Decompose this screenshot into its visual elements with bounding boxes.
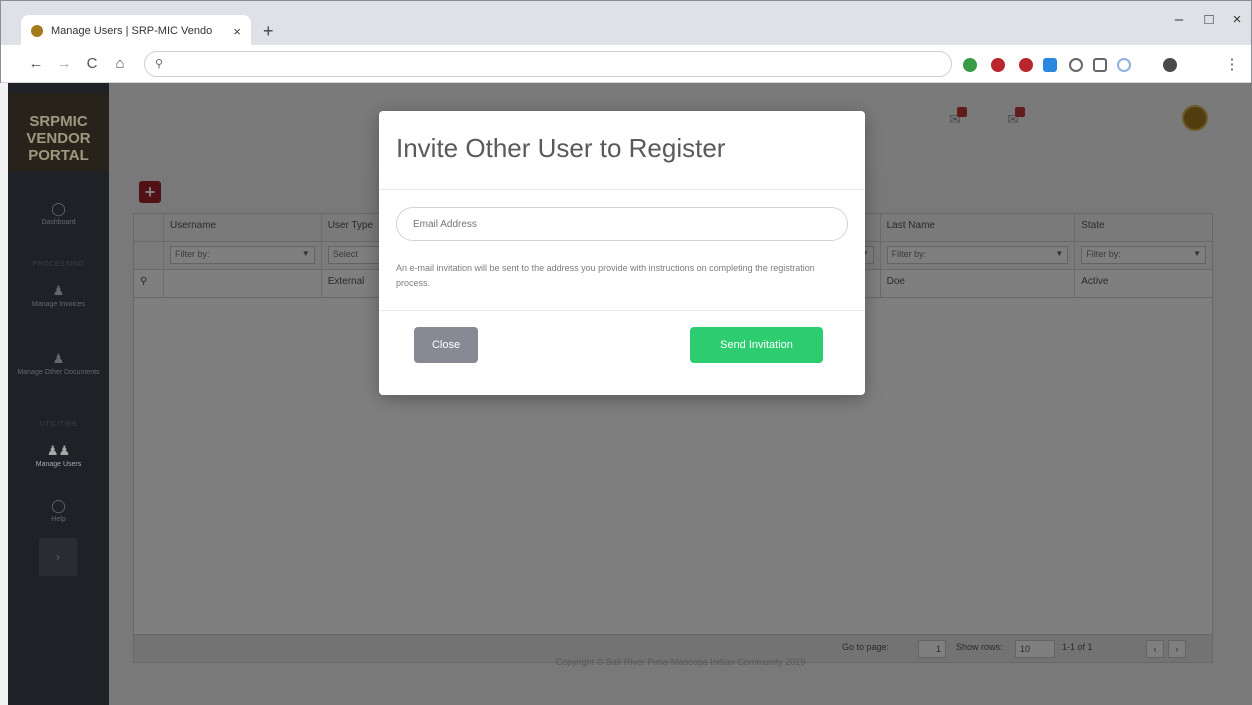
- new-tab-button[interactable]: +: [263, 21, 274, 42]
- shield-extension-icon[interactable]: [963, 58, 977, 72]
- circle-extension-icon[interactable]: [1117, 58, 1131, 72]
- clock-extension-icon[interactable]: [1069, 58, 1083, 72]
- tab-close-icon[interactable]: ×: [233, 24, 241, 39]
- modal-title: Invite Other User to Register: [396, 133, 726, 163]
- forward-button[interactable]: →: [55, 55, 73, 72]
- favicon-icon: [31, 25, 43, 37]
- browser-tab[interactable]: Manage Users | SRP-MIC Vendo ×: [21, 15, 251, 47]
- home-button[interactable]: ⌂: [111, 55, 129, 72]
- browser-toolbar: ← → C ⌂ ⚲ ⋮: [1, 45, 1251, 83]
- send-invitation-button[interactable]: Send Invitation: [690, 327, 823, 363]
- profile-icon[interactable]: [1163, 58, 1177, 72]
- tab-title: Manage Users | SRP-MIC Vendo: [51, 25, 213, 37]
- address-bar[interactable]: ⚲: [144, 51, 952, 77]
- email-field[interactable]: [396, 207, 848, 241]
- ublock-extension-icon[interactable]: [991, 58, 1005, 72]
- close-button[interactable]: Close: [414, 327, 478, 363]
- back-button[interactable]: ←: [27, 55, 45, 72]
- tab-strip: Manage Users | SRP-MIC Vendo × + – □ ×: [1, 1, 1251, 47]
- modal-divider: [379, 189, 865, 190]
- reload-button[interactable]: C: [83, 55, 101, 72]
- new-extension-icon[interactable]: [1043, 58, 1057, 72]
- close-window-button[interactable]: ×: [1227, 11, 1247, 28]
- maximize-button[interactable]: □: [1199, 11, 1219, 28]
- minimize-button[interactable]: –: [1169, 11, 1189, 28]
- menu-icon[interactable]: ⋮: [1223, 55, 1241, 73]
- adblock-extension-icon[interactable]: [1019, 58, 1033, 72]
- sidebar-overlay: [8, 83, 109, 705]
- search-icon: ⚲: [155, 58, 164, 70]
- invitation-help-text: An e-mail invitation will be sent to the…: [396, 263, 815, 288]
- invite-user-modal: Invite Other User to Register An e-mail …: [379, 111, 865, 395]
- modal-divider: [379, 310, 865, 311]
- grid-extension-icon[interactable]: [1093, 58, 1107, 72]
